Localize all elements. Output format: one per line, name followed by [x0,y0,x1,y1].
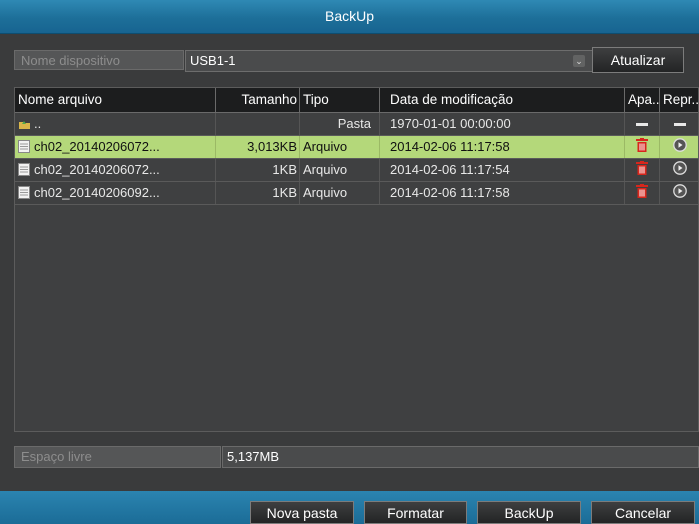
delete-icon[interactable] [636,160,648,181]
refresh-button[interactable]: Atualizar [592,47,684,73]
file-name: ch02_20140206092... [34,185,160,200]
column-header-modified[interactable]: Data de modificação [380,88,625,112]
file-size: 1KB [216,182,300,204]
cancel-button[interactable]: Cancelar [591,501,695,524]
table-row[interactable]: ch02_20140206072... 3,013KB Arquivo 2014… [15,136,698,159]
chevron-down-icon: ⌄ [573,55,585,67]
delete-icon[interactable] [636,137,648,158]
free-space-row: Espaço livre 5,137MB [14,446,699,469]
play-icon[interactable] [673,137,687,158]
device-select[interactable]: USB1-1 ⌄ [185,50,594,72]
file-type: Pasta [300,113,380,135]
file-name: ch02_20140206072... [34,162,160,177]
window-title: BackUp [0,0,699,34]
table-row[interactable]: ch02_20140206072... 1KB Arquivo 2014-02-… [15,159,698,182]
play-icon[interactable] [673,183,687,204]
file-modified: 1970-01-01 00:00:00 [380,113,625,135]
file-modified: 2014-02-06 11:17:54 [380,159,625,181]
device-row: Nome dispositivo USB1-1 ⌄ Atualizar [14,47,699,73]
format-button[interactable]: Formatar [364,501,467,524]
backup-button[interactable]: BackUp [477,501,581,524]
file-name: .. [34,116,42,131]
footer-bar: Nova pasta Formatar BackUp Cancelar [0,491,699,524]
column-header-play[interactable]: Repr... [660,88,698,112]
file-modified: 2014-02-06 11:17:58 [380,182,625,204]
free-space-label: Espaço livre [14,446,221,468]
column-header-name[interactable]: Nome arquivo [15,88,216,112]
file-type: Arquivo [300,182,380,204]
file-modified: 2014-02-06 11:17:58 [380,136,625,158]
delete-icon[interactable] [636,183,648,204]
free-space-value: 5,137MB [222,446,699,468]
dash-icon [636,123,648,127]
new-folder-button[interactable]: Nova pasta [250,501,354,524]
file-size: 1KB [216,159,300,181]
device-label: Nome dispositivo [14,50,184,70]
file-size: 3,013KB [216,136,300,158]
file-icon [18,184,30,199]
dash-icon [674,123,686,127]
file-name: ch02_20140206072... [34,139,160,154]
file-list: Nome arquivo Tamanho Tipo Data de modifi… [14,87,699,432]
file-type: Arquivo [300,159,380,181]
play-icon[interactable] [673,160,687,181]
table-row[interactable]: .. Pasta 1970-01-01 00:00:00 [15,113,698,136]
file-size [216,113,300,135]
table-row[interactable]: ch02_20140206092... 1KB Arquivo 2014-02-… [15,182,698,205]
column-header-size[interactable]: Tamanho [216,88,300,112]
file-icon [18,161,30,176]
file-icon [18,138,30,153]
column-header-delete[interactable]: Apa... [625,88,660,112]
file-list-header: Nome arquivo Tamanho Tipo Data de modifi… [15,88,698,113]
file-type: Arquivo [300,136,380,158]
folder-up-icon [18,115,30,129]
column-header-type[interactable]: Tipo [300,88,380,112]
device-select-value: USB1-1 [190,53,236,68]
